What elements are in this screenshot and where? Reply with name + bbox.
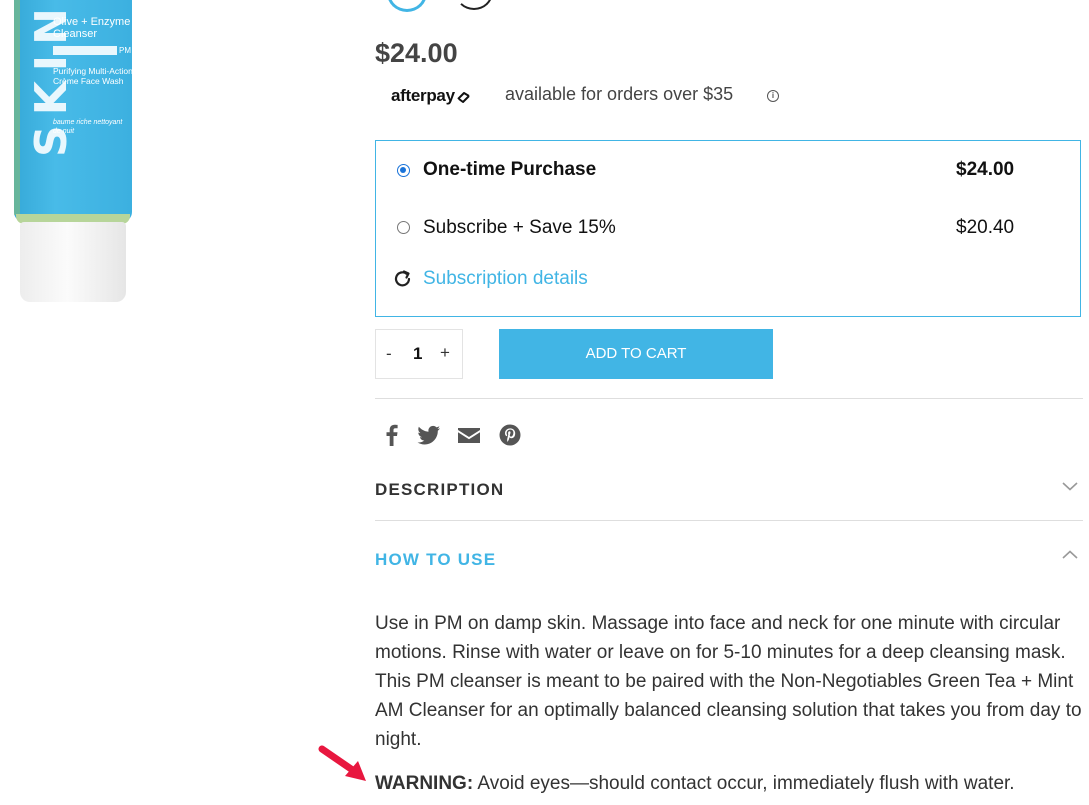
- accordion-how-to-use-header[interactable]: HOW TO USE: [375, 550, 496, 570]
- warning-text: WARNING: Avoid eyes—should contact occur…: [375, 773, 1083, 795]
- swatch-blue[interactable]: [387, 0, 427, 12]
- purchase-options: One-time Purchase $24.00 Subscribe + Sav…: [375, 140, 1081, 317]
- divider: [375, 520, 1083, 521]
- info-icon[interactable]: i: [767, 90, 779, 102]
- how-to-use-text: Use in PM on damp skin. Massage into fac…: [375, 613, 1082, 750]
- product-tube-bar: [53, 46, 117, 55]
- afterpay-text: available for orders over $35: [505, 84, 734, 104]
- product-price: $24.00: [375, 38, 458, 68]
- quantity-stepper: - 1 +: [375, 329, 463, 379]
- pinterest-icon[interactable]: [497, 422, 523, 448]
- product-tube-badge: PM: [119, 46, 131, 55]
- divider: [375, 398, 1083, 399]
- warning-label: WARNING:: [375, 773, 474, 794]
- facebook-icon[interactable]: [379, 422, 405, 448]
- afterpay-arrows-icon: [457, 92, 470, 103]
- afterpay-logo: afterpay: [391, 86, 472, 106]
- product-tube-description: Purifying Multi-Action Crème Face Wash: [53, 66, 133, 86]
- one-time-label[interactable]: One-time Purchase: [423, 159, 596, 181]
- refresh-icon: [394, 270, 411, 287]
- afterpay-logo-text: afterpay: [391, 86, 455, 105]
- subscribe-price: $20.40: [956, 217, 1015, 238]
- tube-cap: [20, 222, 126, 302]
- one-time-radio[interactable]: [397, 164, 410, 177]
- chevron-down-icon[interactable]: [1061, 480, 1079, 492]
- warning-message: Avoid eyes—should contact occur, immedia…: [473, 773, 1015, 794]
- email-icon[interactable]: [456, 422, 482, 448]
- accordion-description-header[interactable]: DESCRIPTION: [375, 480, 504, 500]
- quantity-value[interactable]: 1: [413, 344, 422, 364]
- chevron-up-icon[interactable]: [1061, 549, 1079, 561]
- twitter-icon[interactable]: [416, 422, 442, 448]
- subscribe-label[interactable]: Subscribe + Save 15%: [423, 217, 616, 239]
- quantity-minus-button[interactable]: -: [386, 344, 392, 364]
- add-to-cart-button[interactable]: ADD TO CART: [499, 329, 773, 379]
- product-image: SKIN Olive + Enzyme Cleanser PM Purifyin…: [0, 0, 160, 310]
- product-tube-name: Olive + Enzyme Cleanser: [53, 16, 131, 40]
- quantity-plus-button[interactable]: +: [440, 343, 450, 363]
- annotation-arrow-icon: [318, 745, 366, 781]
- one-time-price: $24.00: [956, 159, 1015, 180]
- subscribe-radio[interactable]: [397, 221, 410, 234]
- swatch-dark[interactable]: [455, 0, 493, 10]
- product-tube-french: baume riche nettoyant de nuit: [53, 119, 123, 135]
- tube-stripe: [14, 0, 20, 215]
- subscription-details-link[interactable]: Subscription details: [423, 268, 588, 290]
